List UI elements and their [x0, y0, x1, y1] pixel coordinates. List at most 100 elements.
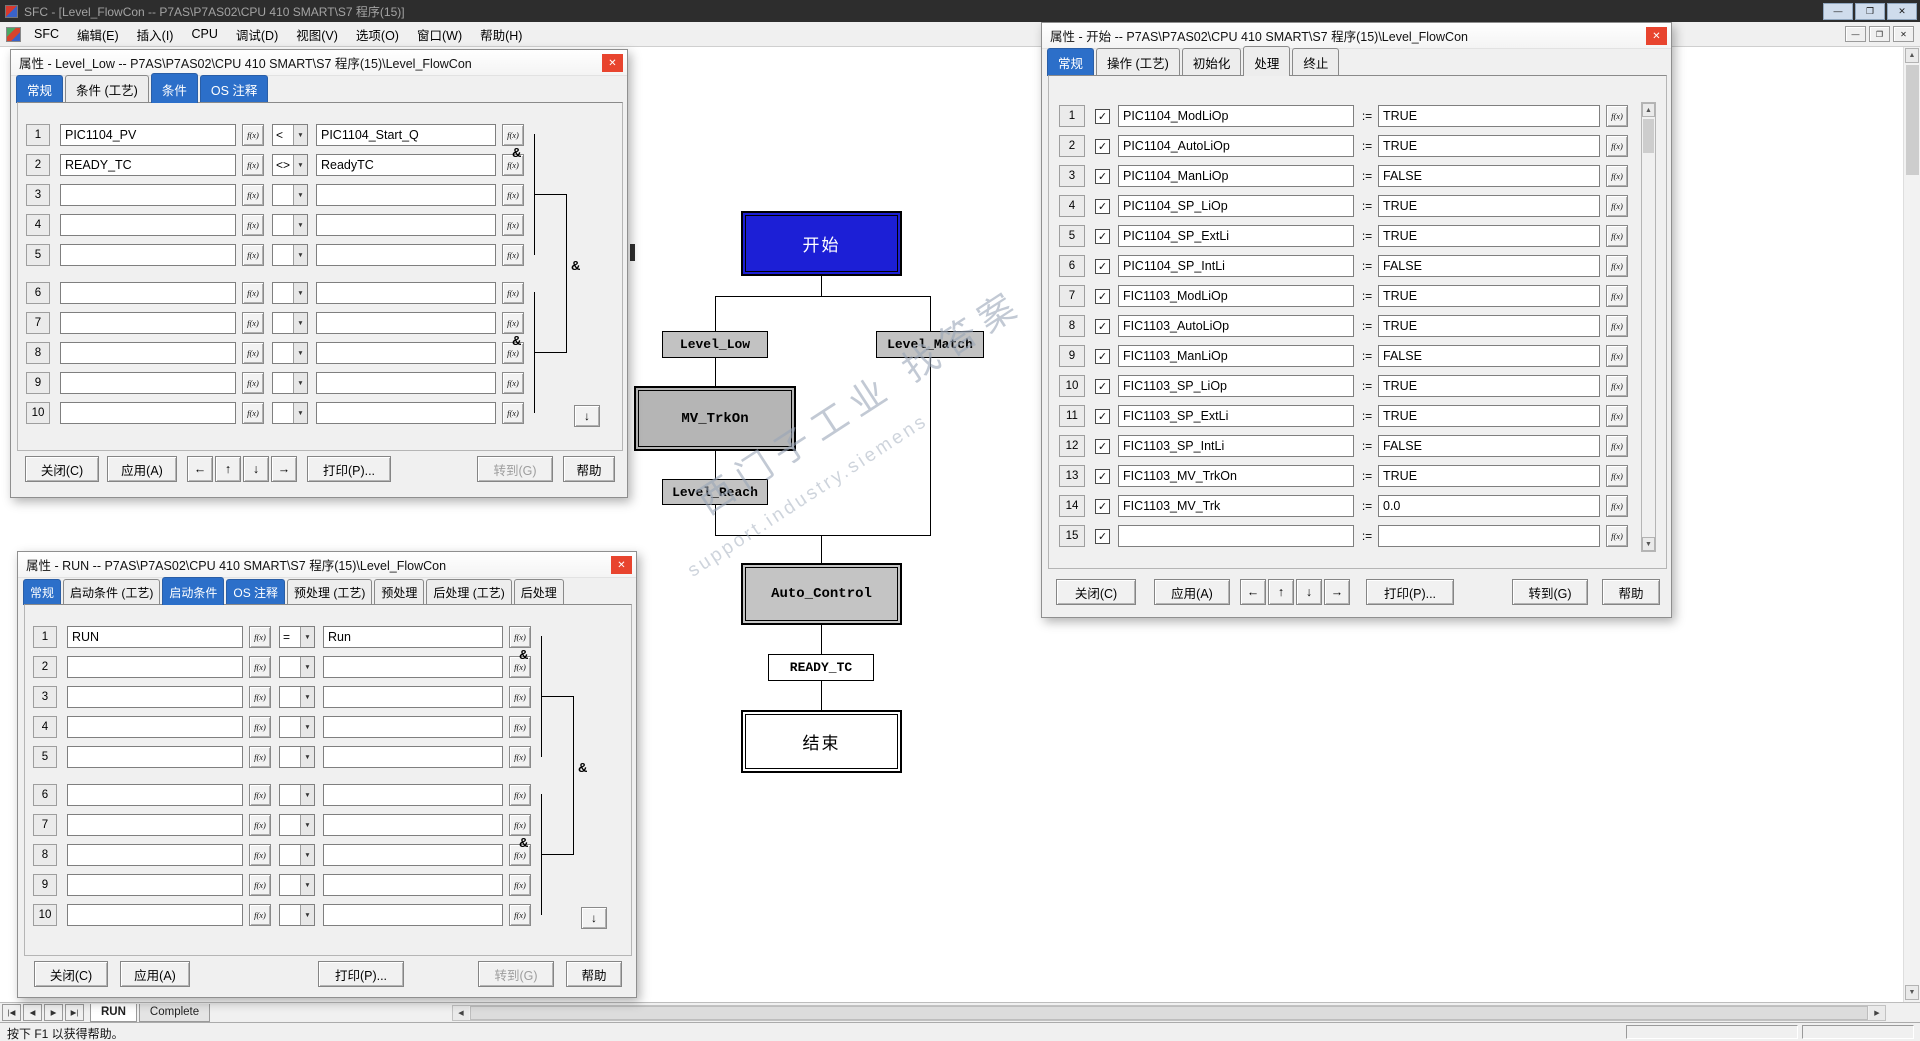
dialog-tab[interactable]: 常规 — [23, 579, 62, 605]
condition-lhs-input[interactable] — [67, 626, 243, 648]
condition-lhs-input[interactable] — [67, 874, 243, 896]
child-close-icon[interactable]: ✕ — [1893, 26, 1914, 42]
fx-button[interactable]: f(x) — [509, 814, 531, 836]
condition-lhs-input[interactable] — [67, 844, 243, 866]
operand-name-input[interactable] — [1118, 255, 1354, 277]
operator-combo[interactable]: <> ▼ — [272, 154, 308, 176]
operand-value-input[interactable] — [1378, 105, 1600, 127]
operator-combo[interactable]: ▼ — [279, 686, 315, 708]
menu-item-1[interactable]: SFC — [25, 22, 68, 47]
scroll-down-icon[interactable]: ▼ — [1642, 537, 1655, 551]
fx-button[interactable]: f(x) — [502, 214, 524, 236]
fx-button[interactable]: f(x) — [509, 626, 531, 648]
operator-combo[interactable]: ▼ — [272, 342, 308, 364]
fx-button[interactable]: f(x) — [502, 372, 524, 394]
scrollbar-thumb[interactable] — [1906, 65, 1919, 175]
menu-item-5[interactable]: 调试(D) — [227, 22, 287, 47]
condition-output-button[interactable]: ↓ — [574, 405, 600, 427]
menu-item-9[interactable]: 帮助(H) — [471, 22, 531, 47]
move-up-button[interactable]: ↑ — [1268, 579, 1294, 605]
condition-lhs-input[interactable] — [60, 342, 236, 364]
menu-item-2[interactable]: 编辑(E) — [68, 22, 128, 47]
row-checkbox[interactable]: ✓ — [1095, 438, 1110, 454]
menu-item-3[interactable]: 插入(I) — [128, 22, 183, 47]
fx-button[interactable]: f(x) — [502, 244, 524, 266]
dialog-tab[interactable]: 启动条件 (工艺) — [63, 579, 161, 605]
operator-combo[interactable]: ▼ — [279, 746, 315, 768]
fx-button[interactable]: f(x) — [1606, 465, 1628, 487]
condition-lhs-input[interactable] — [60, 372, 236, 394]
scroll-left-icon[interactable]: ◀ — [453, 1006, 469, 1020]
apply-button[interactable]: 应用(A) — [107, 456, 177, 482]
fx-button[interactable]: f(x) — [242, 282, 264, 304]
condition-rhs-input[interactable] — [316, 402, 496, 424]
close-icon[interactable]: ✕ — [611, 556, 632, 574]
next-sheet-icon[interactable]: ▶ — [44, 1004, 63, 1021]
menu-item-7[interactable]: 选项(O) — [347, 22, 408, 47]
prev-sheet-icon[interactable]: ◀ — [23, 1004, 42, 1021]
dialog-tab[interactable]: 操作 (工艺) — [1096, 48, 1180, 76]
sfc-step-mv-trkon[interactable]: MV_TrkOn — [634, 386, 796, 451]
condition-rhs-input[interactable] — [323, 784, 503, 806]
row-checkbox[interactable]: ✓ — [1095, 168, 1110, 184]
fx-button[interactable]: f(x) — [509, 686, 531, 708]
operand-value-input[interactable] — [1378, 225, 1600, 247]
operand-name-input[interactable] — [1118, 345, 1354, 367]
print-button[interactable]: 打印(P)... — [307, 456, 391, 482]
condition-lhs-input[interactable] — [67, 656, 243, 678]
menu-item-6[interactable]: 视图(V) — [287, 22, 347, 47]
child-restore-icon[interactable]: ❐ — [1869, 26, 1890, 42]
fx-button[interactable]: f(x) — [509, 716, 531, 738]
operand-value-input[interactable] — [1378, 405, 1600, 427]
menu-item-8[interactable]: 窗口(W) — [408, 22, 471, 47]
fx-button[interactable]: f(x) — [242, 372, 264, 394]
chevron-down-icon[interactable]: ▼ — [293, 343, 307, 363]
dialog-tab[interactable]: 预处理 — [374, 579, 425, 605]
help-button[interactable]: 帮助 — [566, 961, 622, 987]
condition-rhs-input[interactable] — [323, 814, 503, 836]
condition-lhs-input[interactable] — [67, 784, 243, 806]
fx-button[interactable]: f(x) — [242, 244, 264, 266]
dialog-title-bar[interactable]: 属性 - 开始 -- P7AS\P7AS02\CPU 410 SMART\S7 … — [1042, 23, 1671, 49]
operator-combo[interactable]: ▼ — [279, 716, 315, 738]
condition-rhs-input[interactable] — [316, 214, 496, 236]
condition-lhs-input[interactable] — [60, 282, 236, 304]
help-button[interactable]: 帮助 — [563, 456, 615, 482]
dialog-tab[interactable]: 常规 — [1047, 48, 1095, 76]
operand-name-input[interactable] — [1118, 195, 1354, 217]
scroll-up-icon[interactable]: ▲ — [1905, 48, 1919, 63]
fx-button[interactable]: f(x) — [509, 784, 531, 806]
condition-lhs-input[interactable] — [60, 312, 236, 334]
fx-button[interactable]: f(x) — [242, 342, 264, 364]
row-checkbox[interactable]: ✓ — [1095, 228, 1110, 244]
dialog-tab[interactable]: 初始化 — [1181, 48, 1242, 76]
row-checkbox[interactable]: ✓ — [1095, 198, 1110, 214]
canvas-vertical-scrollbar[interactable]: ▲ ▼ — [1903, 47, 1920, 1002]
help-button[interactable]: 帮助 — [1602, 579, 1660, 605]
close-button[interactable]: 关闭(C) — [25, 456, 99, 482]
dialog-tab[interactable]: 后处理 — [513, 579, 564, 605]
operator-combo[interactable]: ▼ — [272, 372, 308, 394]
operand-value-input[interactable] — [1378, 495, 1600, 517]
dialog-title-bar[interactable]: 属性 - RUN -- P7AS\P7AS02\CPU 410 SMART\S7… — [18, 552, 636, 578]
operand-name-input[interactable] — [1118, 465, 1354, 487]
operand-value-input[interactable] — [1378, 465, 1600, 487]
scroll-up-icon[interactable]: ▲ — [1642, 103, 1655, 117]
chevron-down-icon[interactable]: ▼ — [293, 185, 307, 205]
chevron-down-icon[interactable]: ▼ — [293, 403, 307, 423]
condition-rhs-input[interactable] — [316, 184, 496, 206]
operand-name-input[interactable] — [1118, 525, 1354, 547]
fx-button[interactable]: f(x) — [502, 124, 524, 146]
print-button[interactable]: 打印(P)... — [1366, 579, 1454, 605]
sfc-transition-ready-tc[interactable]: READY_TC — [768, 654, 874, 681]
operand-name-input[interactable] — [1118, 435, 1354, 457]
fx-button[interactable]: f(x) — [1606, 225, 1628, 247]
fx-button[interactable]: f(x) — [242, 124, 264, 146]
operator-combo[interactable]: < ▼ — [272, 124, 308, 146]
operand-value-input[interactable] — [1378, 345, 1600, 367]
operator-combo[interactable]: ▼ — [272, 184, 308, 206]
fx-button[interactable]: f(x) — [249, 656, 271, 678]
apply-button[interactable]: 应用(A) — [1154, 579, 1230, 605]
condition-rhs-input[interactable] — [323, 904, 503, 926]
fx-button[interactable]: f(x) — [249, 904, 271, 926]
